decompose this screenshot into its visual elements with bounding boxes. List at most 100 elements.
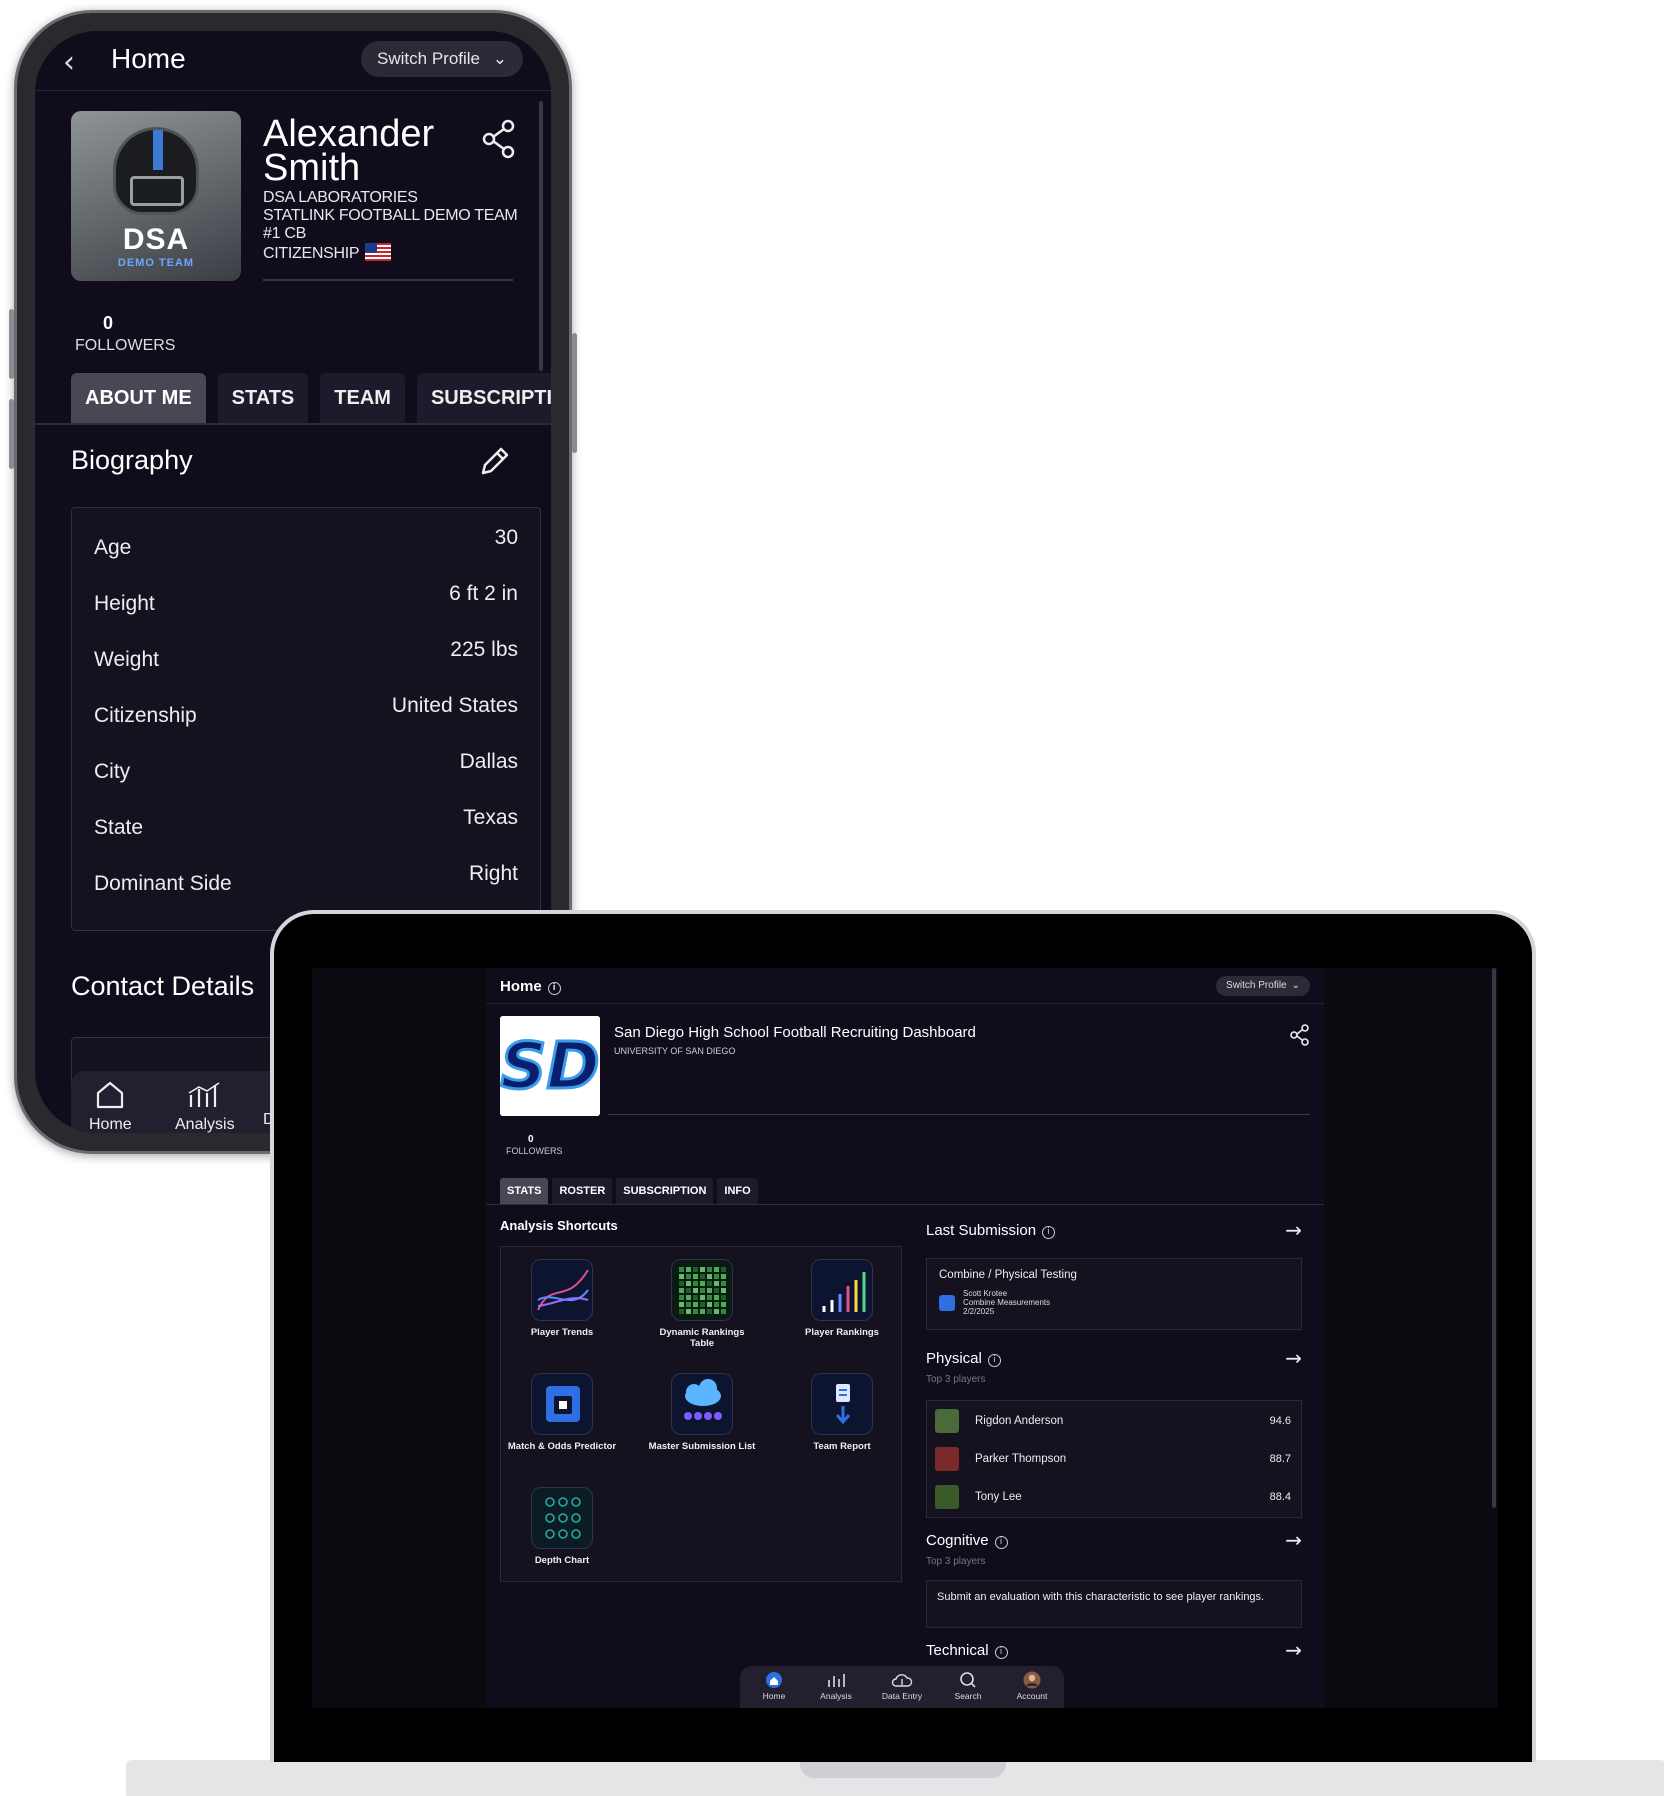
bio-key: Citizenship [94, 704, 197, 727]
info-icon[interactable]: i [987, 1354, 1001, 1367]
switch-profile-button[interactable]: Switch Profile ⌄ [1216, 976, 1310, 996]
nav-account[interactable]: Account [1002, 1671, 1062, 1701]
shortcut-player-rankings[interactable]: Player Rankings [787, 1259, 897, 1338]
phone-scrollbar[interactable] [539, 101, 543, 371]
profile-team: STATLINK FOOTBALL DEMO TEAM [263, 207, 518, 224]
shortcut-label: Player Rankings [805, 1327, 879, 1338]
profile-org: DSA LABORATORIES [263, 189, 418, 206]
profile-name: Alexander Smith [263, 113, 435, 189]
page-title: Home i [500, 978, 561, 995]
bar-rankings-icon [811, 1259, 873, 1321]
player-name: Rigdon Anderson [975, 1415, 1064, 1427]
tab-subscription[interactable]: SUBSCRIPTION [616, 1178, 714, 1204]
bio-key: Dominant Side [94, 872, 232, 895]
tab-subscription[interactable]: SUBSCRIPTION [416, 373, 551, 423]
arrow-right-icon[interactable]: → [1285, 1638, 1302, 1662]
home-icon [766, 1672, 782, 1688]
bio-value: 225 lbs [450, 638, 518, 661]
info-icon[interactable]: i [547, 982, 561, 995]
shortcut-team-report[interactable]: Team Report [787, 1373, 897, 1452]
laptop-device: Home i Switch Profile ⌄ SD San Diego High … [270, 910, 1536, 1762]
arrow-right-icon[interactable]: → [1285, 1528, 1302, 1552]
switch-profile-button[interactable]: Switch Profile ⌄ [361, 41, 523, 77]
bio-key: Weight [94, 648, 159, 671]
shortcut-player-trends[interactable]: Player Trends [507, 1259, 617, 1338]
profile-divider [263, 279, 513, 281]
grid-table-icon [671, 1259, 733, 1321]
player-name: Tony Lee [975, 1491, 1022, 1503]
tab-info[interactable]: INFO [717, 1178, 758, 1204]
bio-key: Height [94, 592, 155, 615]
phone-header: ‹ Home Switch Profile ⌄ [35, 31, 551, 91]
tab-roster[interactable]: ROSTER [552, 1178, 613, 1204]
pencil-icon[interactable] [477, 445, 511, 484]
shortcut-depth-chart[interactable]: Depth Chart [507, 1487, 617, 1566]
analysis-icon [188, 1082, 220, 1107]
avatar: DSA DEMO TEAM [71, 111, 241, 281]
physical-title: Physical i [926, 1350, 1001, 1367]
shortcut-label: Match & Odds Predictor [507, 1441, 617, 1452]
cognitive-title: Cognitive i [926, 1532, 1008, 1549]
nav-data-entry-label: Data Entry [881, 1691, 923, 1701]
table-row[interactable]: Tony Lee 88.4 [935, 1485, 1291, 1511]
shortcut-label: Team Report [813, 1441, 871, 1452]
bio-row-state: State Texas [94, 806, 518, 839]
submission-category: Combine / Physical Testing [939, 1269, 1077, 1281]
contact-details-title: Contact Details [71, 971, 255, 1001]
table-row[interactable]: Parker Thompson 88.7 [935, 1447, 1291, 1473]
nav-search[interactable]: Search [938, 1671, 998, 1701]
us-flag-icon [365, 243, 392, 261]
info-icon[interactable]: i [994, 1536, 1008, 1549]
info-icon[interactable]: i [1042, 1226, 1056, 1239]
technical-title: Technical i [926, 1642, 1008, 1659]
bio-value: Texas [463, 806, 518, 829]
shortcut-label: Master Submission List [648, 1441, 756, 1452]
shortcut-match-odds-predictor[interactable]: Match & Odds Predictor [507, 1373, 617, 1452]
submission-user: Scott Krotee [963, 1289, 1008, 1298]
nav-analysis[interactable]: Analysis [806, 1671, 866, 1701]
arrow-right-icon[interactable]: → [1285, 1218, 1302, 1242]
last-submission-card[interactable]: Combine / Physical Testing Scott Krotee … [926, 1258, 1302, 1330]
avatar-team: DEMO TEAM [117, 257, 195, 269]
team-logo-text: SD [500, 1030, 599, 1104]
tab-about-me[interactable]: ABOUT ME [71, 373, 206, 423]
bio-value: United States [391, 694, 518, 717]
cognitive-subtitle: Top 3 players [926, 1556, 986, 1567]
shortcut-master-submission-list[interactable]: Master Submission List [647, 1373, 757, 1452]
laptop-screen: Home i Switch Profile ⌄ SD San Diego High … [312, 968, 1498, 1708]
nav-home[interactable]: Home [744, 1671, 804, 1701]
cognitive-title-text: Cognitive [926, 1532, 989, 1549]
tab-underline [35, 423, 551, 425]
chevron-left-icon[interactable]: ‹ [63, 45, 75, 80]
page-title-text: Home [500, 978, 542, 995]
player-score: 94.6 [1269, 1415, 1291, 1427]
bio-value: 30 [494, 526, 518, 549]
shortcut-dynamic-rankings-table[interactable]: Dynamic Rankings Table [647, 1259, 757, 1349]
avatar [935, 1409, 959, 1433]
share-icon[interactable] [481, 119, 517, 164]
predictor-icon [531, 1373, 593, 1435]
bio-row-citizenship: Citizenship United States [94, 694, 518, 727]
laptop-notch [800, 1760, 1006, 1778]
info-icon[interactable]: i [994, 1646, 1008, 1659]
tab-stats[interactable]: STATS [217, 373, 309, 423]
analysis-icon [828, 1674, 845, 1687]
lock-icon [939, 1295, 955, 1311]
table-row[interactable]: Rigdon Anderson 94.6 [935, 1409, 1291, 1435]
page-title: Home [111, 43, 186, 74]
switch-profile-label: Switch Profile [377, 49, 481, 68]
tab-stats[interactable]: STATS [500, 1178, 549, 1204]
avatar [935, 1447, 959, 1471]
dashboard-tabs: STATS ROSTER SUBSCRIPTION INFO [500, 1178, 758, 1204]
player-score: 88.4 [1269, 1491, 1291, 1503]
share-icon[interactable] [1290, 1024, 1310, 1051]
physical-subtitle: Top 3 players [926, 1374, 986, 1385]
nav-home[interactable]: Home [89, 1079, 132, 1133]
dashboard-scrollbar[interactable] [1492, 968, 1496, 1508]
arrow-right-icon[interactable]: → [1285, 1346, 1302, 1370]
nav-data-entry[interactable]: Data Entry [872, 1671, 932, 1701]
nav-analysis[interactable]: Analysis [175, 1079, 235, 1133]
tab-team[interactable]: TEAM [320, 373, 405, 423]
tab-underline [486, 1204, 1324, 1205]
followers-count: 0 [103, 313, 114, 333]
